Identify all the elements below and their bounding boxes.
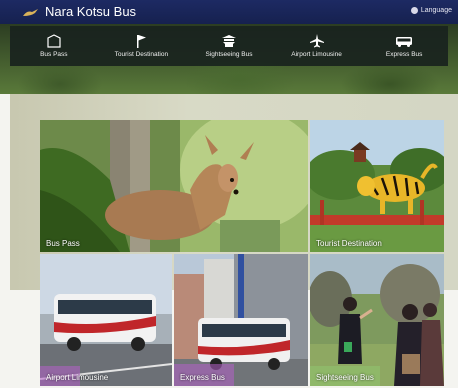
tile-label-bus-pass: Bus Pass (46, 239, 80, 248)
language-label: Language (420, 7, 452, 14)
tile-tourist-destination[interactable]: Tourist Destination (310, 120, 444, 252)
express-bus-photo (174, 254, 308, 386)
bus-pass-icon (47, 34, 61, 48)
globe-icon (410, 7, 418, 14)
tile-sightseeing-bus[interactable]: Sightseeing Bus (310, 254, 444, 386)
main-navigation: Bus Pass Tourist Destination Sightseeing… (10, 26, 448, 66)
nav-label: Sightseeing Bus (205, 51, 253, 58)
nav-item-sightseeing-bus[interactable]: Sightseeing Bus (185, 26, 273, 66)
tile-label-airport-limousine: Airport Limousine (46, 373, 109, 382)
tiger-statue-photo (310, 120, 444, 252)
tile-label-tourist-destination: Tourist Destination (316, 239, 382, 248)
flag-icon (137, 35, 147, 48)
nav-item-tourist-destination[interactable]: Tourist Destination (98, 26, 186, 66)
tile-label-sightseeing-bus: Sightseeing Bus (316, 373, 374, 382)
language-selector[interactable]: Language (410, 7, 452, 14)
nav-label: Airport Limousine (291, 51, 342, 58)
airplane-icon (309, 34, 324, 48)
tile-bus-pass[interactable]: Bus Pass (40, 120, 308, 252)
nav-item-bus-pass[interactable]: Bus Pass (10, 26, 98, 66)
top-bar: Nara Kotsu Bus Language (0, 0, 458, 24)
tile-express-bus[interactable]: Express Bus (174, 254, 308, 386)
sightseeing-guide-photo (310, 254, 444, 386)
deer-photo (40, 120, 308, 252)
tile-airport-limousine[interactable]: Airport Limousine (40, 254, 172, 386)
deer-logo-icon[interactable] (22, 8, 40, 18)
nav-item-airport-limousine[interactable]: Airport Limousine (273, 26, 361, 66)
bus-icon (396, 37, 413, 47)
nav-label: Express Bus (385, 51, 423, 58)
temple-icon (221, 35, 236, 47)
airport-limousine-photo (40, 254, 172, 386)
nav-label: Tourist Destination (114, 51, 169, 58)
site-title[interactable]: Nara Kotsu Bus (45, 4, 136, 19)
tile-label-express-bus: Express Bus (180, 373, 225, 382)
nav-label: Bus Pass (40, 51, 68, 58)
nav-item-express-bus[interactable]: Express Bus (360, 26, 448, 66)
